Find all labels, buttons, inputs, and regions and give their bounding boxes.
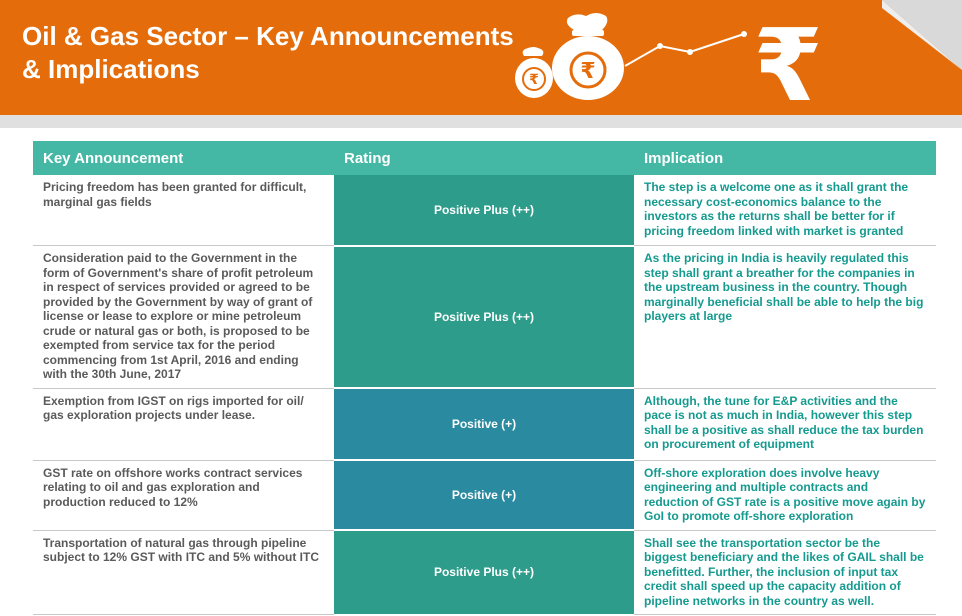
money-bag-rupee-icon: ₹: [515, 47, 553, 98]
announcements-table: Key Announcement Rating Implication Pric…: [33, 141, 936, 616]
money-bag-rupee-icon: ₹: [552, 13, 624, 100]
implication-cell: Although, the tune for E&P activities an…: [634, 388, 936, 461]
implication-cell: Off-shore exploration does involve heavy…: [634, 460, 936, 531]
header-divider-strip: [0, 115, 962, 128]
announcement-cell: Transportation of natural gas through pi…: [33, 530, 334, 615]
table-row: Pricing freedom has been granted for dif…: [33, 175, 936, 247]
table-row: GST rate on offshore works contract serv…: [33, 460, 936, 531]
implication-cell: Shall see the transportation sector be t…: [634, 530, 936, 615]
rating-cell: Positive (+): [334, 388, 634, 461]
page-title-line-2: & Implications: [22, 54, 200, 84]
finance-decoration: ₹ ₹ ₹: [515, 8, 823, 108]
rating-cell: Positive (+): [334, 460, 634, 531]
header-banner: Oil & Gas Sector – Key Announcements & I…: [0, 0, 962, 115]
column-header-implication: Implication: [634, 141, 936, 175]
page-title: Oil & Gas Sector – Key Announcements & I…: [22, 20, 542, 86]
page-title-line-1: Oil & Gas Sector – Key Announcements: [22, 21, 514, 51]
table-row: Exemption from IGST on rigs imported for…: [33, 388, 936, 461]
page-corner-fold: [882, 0, 962, 70]
column-header-key-announcement: Key Announcement: [33, 141, 334, 175]
table-header-row: Key Announcement Rating Implication: [33, 141, 936, 175]
announcement-cell: GST rate on offshore works contract serv…: [33, 460, 334, 531]
table-row: Consideration paid to the Government in …: [33, 245, 936, 389]
svg-text:₹: ₹: [529, 72, 539, 88]
svg-text:₹: ₹: [580, 59, 595, 84]
svg-text:₹: ₹: [753, 8, 823, 108]
column-header-rating: Rating: [334, 141, 634, 175]
rating-cell: Positive Plus (++): [334, 175, 634, 247]
implication-cell: As the pricing in India is heavily regul…: [634, 245, 936, 389]
announcement-cell: Consideration paid to the Government in …: [33, 245, 334, 389]
table-row: Transportation of natural gas through pi…: [33, 530, 936, 616]
rating-cell: Positive Plus (++): [334, 530, 634, 616]
implication-cell: The step is a welcome one as it shall gr…: [634, 175, 936, 246]
rupee-symbol-icon: ₹: [753, 8, 823, 108]
rating-cell: Positive Plus (++): [334, 245, 634, 389]
announcement-cell: Exemption from IGST on rigs imported for…: [33, 388, 334, 461]
announcement-cell: Pricing freedom has been granted for dif…: [33, 175, 334, 246]
rising-trend-line-icon: [624, 31, 747, 67]
